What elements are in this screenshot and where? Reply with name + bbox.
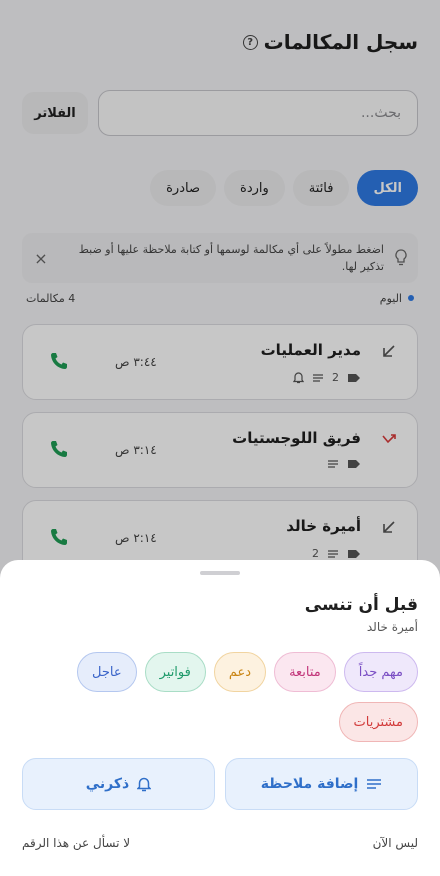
tag-chips: مهم جداً متابعة دعم فواتير عاجل مشتريات bbox=[22, 652, 418, 742]
chip-invoices[interactable]: فواتير bbox=[144, 652, 206, 692]
sheet-subtitle: أميرة خالد bbox=[366, 620, 418, 634]
note-lines-icon bbox=[367, 779, 382, 789]
remind-me-button[interactable]: ذكرني bbox=[22, 758, 215, 810]
chip-purchases[interactable]: مشتريات bbox=[338, 702, 418, 742]
bottom-sheet: قبل أن تنسى أميرة خالد مهم جداً متابعة د… bbox=[0, 560, 440, 876]
remind-me-label: ذكرني bbox=[85, 776, 130, 792]
bell-icon bbox=[137, 777, 152, 791]
add-note-label: إضافة ملاحظة bbox=[260, 776, 359, 792]
drag-handle[interactable] bbox=[200, 571, 240, 575]
chip-support[interactable]: دعم bbox=[213, 652, 267, 692]
sheet-title: قبل أن تنسى bbox=[304, 595, 418, 615]
not-now-button[interactable]: ليس الآن bbox=[373, 836, 418, 850]
chip-very-important[interactable]: مهم جداً bbox=[343, 652, 418, 692]
chip-urgent[interactable]: عاجل bbox=[76, 652, 137, 692]
sheet-actions: إضافة ملاحظة ذكرني bbox=[22, 758, 418, 810]
dont-ask-button[interactable]: لا تسأل عن هذا الرقم bbox=[22, 836, 130, 850]
chip-follow-up[interactable]: متابعة bbox=[274, 652, 336, 692]
add-note-button[interactable]: إضافة ملاحظة bbox=[225, 758, 418, 810]
sheet-footer: ليس الآن لا تسأل عن هذا الرقم bbox=[22, 836, 418, 850]
